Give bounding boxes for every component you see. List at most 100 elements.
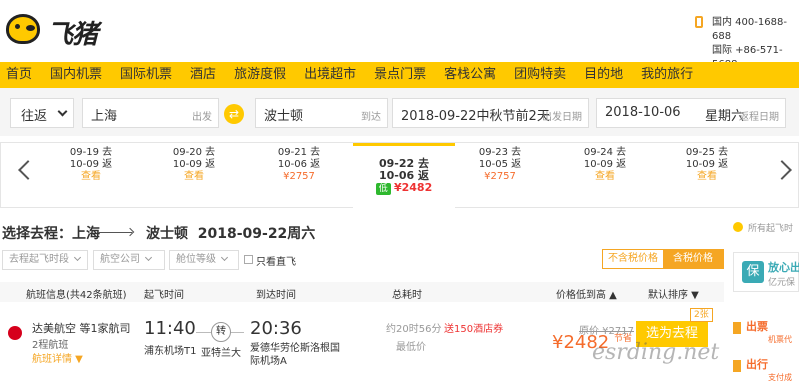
date-go: 09-23 去 xyxy=(478,147,522,158)
return-date-input[interactable]: 2018-10-06 星期六 返程日期 xyxy=(596,98,786,128)
guarantee-card[interactable]: 保 放心出 亿元保 xyxy=(733,252,799,292)
chevron-down-icon xyxy=(144,253,153,262)
duration-note: 最低价 xyxy=(396,342,426,353)
date-back: 10-09 返 xyxy=(685,159,729,170)
nav-my-trips[interactable]: 我的旅行 xyxy=(632,62,702,88)
date-back: 10-09 返 xyxy=(172,159,216,170)
date-go: 09-25 去 xyxy=(685,147,729,158)
chevron-down-icon xyxy=(73,253,82,262)
date-back: 10-09 返 xyxy=(583,159,627,170)
direct-only-checkbox[interactable] xyxy=(244,255,253,264)
date-option[interactable]: 09-23 去 10-05 返 ¥2757 xyxy=(450,147,550,183)
sidebar-travel-sub: 支付成 xyxy=(768,373,792,382)
filter-label: 舱位等级 xyxy=(176,254,216,265)
depart-time: 11:40 xyxy=(144,318,196,339)
date-back: 10-06 返 xyxy=(277,159,321,170)
filter-cabin[interactable]: 舱位等级 xyxy=(169,250,239,270)
pig-logo-icon[interactable] xyxy=(6,14,40,44)
info-icon xyxy=(733,222,743,232)
nav-international-flights[interactable]: 国际机票 xyxy=(111,62,181,88)
watermark: esrding.net xyxy=(592,340,720,365)
trip-type-select[interactable]: 往返 xyxy=(10,98,74,128)
airline-name[interactable]: 达美航空 等1家航司 xyxy=(32,320,131,336)
date-go: 09-24 去 xyxy=(583,147,627,158)
header: 飞猪 国内 400-1688-688 国际 +86-571-5688 xyxy=(0,0,799,70)
filter-depart-time[interactable]: 去程起飞时段 xyxy=(2,250,88,270)
selection-date: 2018-09-22周六 xyxy=(197,226,316,242)
return-date-hint: 返程日期 xyxy=(739,112,779,123)
col-duration[interactable]: 总耗时 xyxy=(392,286,422,301)
date-price: ¥2757 xyxy=(484,171,516,182)
sort-default[interactable]: 默认排序 ▼ xyxy=(648,286,699,301)
filter-label: 航空公司 xyxy=(100,254,140,265)
sidebar-ticketing-sub: 机票代 xyxy=(768,335,792,344)
sort-price-asc[interactable]: 价格低到高 ▲ xyxy=(556,286,617,301)
direct-only-label[interactable]: 只看直飞 xyxy=(256,253,296,268)
nav-destinations[interactable]: 目的地 xyxy=(575,62,632,88)
depart-date-hint: 出发日期 xyxy=(542,112,582,123)
chevron-down-icon xyxy=(57,106,68,117)
lowest-badge: 低 xyxy=(375,183,391,195)
hotel-coupon-badge[interactable]: 送150酒店券 xyxy=(444,320,503,335)
price-tax-toggle: 不含税价格 含税价格 xyxy=(602,249,724,269)
flight-search-bar: 往返 上海 出发 ⇄ 波士顿 到达 2018-09-22中秋节前2天 出发日期 … xyxy=(0,88,799,136)
guarantee-subtitle: 亿元保 xyxy=(768,278,796,288)
date-go: 09-20 去 xyxy=(172,147,216,158)
swap-cities-icon[interactable]: ⇄ xyxy=(224,104,244,124)
nav-inns[interactable]: 客栈公寓 xyxy=(435,62,505,88)
date-view-link[interactable]: 查看 xyxy=(144,171,244,183)
date-option[interactable]: 09-24 去 10-09 返 查看 xyxy=(555,147,655,183)
selection-title: 选择去程：上海 xyxy=(2,226,100,242)
nav-hotels[interactable]: 酒店 xyxy=(181,62,225,88)
col-flight-info: 航班信息(共42条航班) xyxy=(26,290,127,301)
site-logo-text[interactable]: 飞猪 xyxy=(47,14,98,51)
nav-outbound-market[interactable]: 出境超市 xyxy=(295,62,365,88)
date-option[interactable]: 09-21 去 10-06 返 ¥2757 xyxy=(249,147,349,183)
to-city-value: 波士顿 xyxy=(264,109,304,124)
date-go: 09-21 去 xyxy=(277,147,321,158)
travel-icon xyxy=(733,360,741,372)
date-price-strip: 09-19 去 10-09 返 查看 09-20 去 10-09 返 查看 09… xyxy=(0,142,799,209)
nav-vacation[interactable]: 旅游度假 xyxy=(225,62,295,88)
sidebar-ticketing: 出票 xyxy=(746,320,768,333)
hotline-domestic: 国内 400-1688-688 xyxy=(712,17,787,42)
filter-label: 去程起飞时段 xyxy=(9,254,69,265)
depart-date-input[interactable]: 2018-09-22中秋节前2天 出发日期 xyxy=(392,98,589,128)
date-option[interactable]: 09-20 去 10-09 返 查看 xyxy=(144,147,244,183)
arrow-right-icon xyxy=(98,232,132,233)
date-view-link[interactable]: 查看 xyxy=(657,171,757,183)
date-price: ¥2757 xyxy=(283,171,315,182)
main-nav: 首页 国内机票 国际机票 酒店 旅游度假 出境超市 景点门票 客栈公寓 团购特卖… xyxy=(0,62,799,88)
depart-date-value: 2018-09-22中秋节前2天 xyxy=(401,109,550,124)
shield-icon: 保 xyxy=(742,261,764,283)
nav-group-deals[interactable]: 团购特卖 xyxy=(505,62,575,88)
transfer-city: 亚特兰大 xyxy=(201,348,241,359)
date-view-link[interactable]: 查看 xyxy=(555,171,655,183)
from-city-input[interactable]: 上海 出发 xyxy=(82,98,219,128)
filter-airline[interactable]: 航空公司 xyxy=(93,250,165,270)
ticket-count-badge: 2张 xyxy=(690,308,713,322)
nav-domestic-flights[interactable]: 国内机票 xyxy=(41,62,111,88)
nav-attraction-tickets[interactable]: 景点门票 xyxy=(365,62,435,88)
chevron-left-icon[interactable] xyxy=(18,160,38,180)
to-city-hint: 到达 xyxy=(361,112,381,123)
col-arrive-time[interactable]: 到达时间 xyxy=(256,286,296,301)
date-option-selected[interactable]: 09-22 去 10-06 返 低 ¥2482 xyxy=(353,143,455,209)
col-depart-time[interactable]: 起飞时间 xyxy=(144,286,184,301)
date-view-link[interactable]: 查看 xyxy=(41,171,141,183)
leg-count: 2程航班 xyxy=(32,340,69,351)
depart-airport: 浦东机场T1 xyxy=(144,346,197,357)
guarantee-title: 放心出 xyxy=(768,261,799,274)
to-city-input[interactable]: 波士顿 到达 xyxy=(255,98,388,128)
ticket-icon xyxy=(733,322,741,334)
chevron-right-icon[interactable] xyxy=(772,160,792,180)
nav-home[interactable]: 首页 xyxy=(0,62,41,88)
phone-icon xyxy=(695,16,703,28)
date-option[interactable]: 09-25 去 10-09 返 查看 xyxy=(657,147,757,183)
flight-detail-link[interactable]: 航班详情 ▼ xyxy=(32,350,83,365)
date-back: 10-09 返 xyxy=(69,159,113,170)
tab-incl-tax[interactable]: 含税价格 xyxy=(663,250,723,268)
selection-to: 波士顿 xyxy=(146,226,188,242)
date-option[interactable]: 09-19 去 10-09 返 查看 xyxy=(41,147,141,183)
tab-excl-tax[interactable]: 不含税价格 xyxy=(603,250,663,268)
